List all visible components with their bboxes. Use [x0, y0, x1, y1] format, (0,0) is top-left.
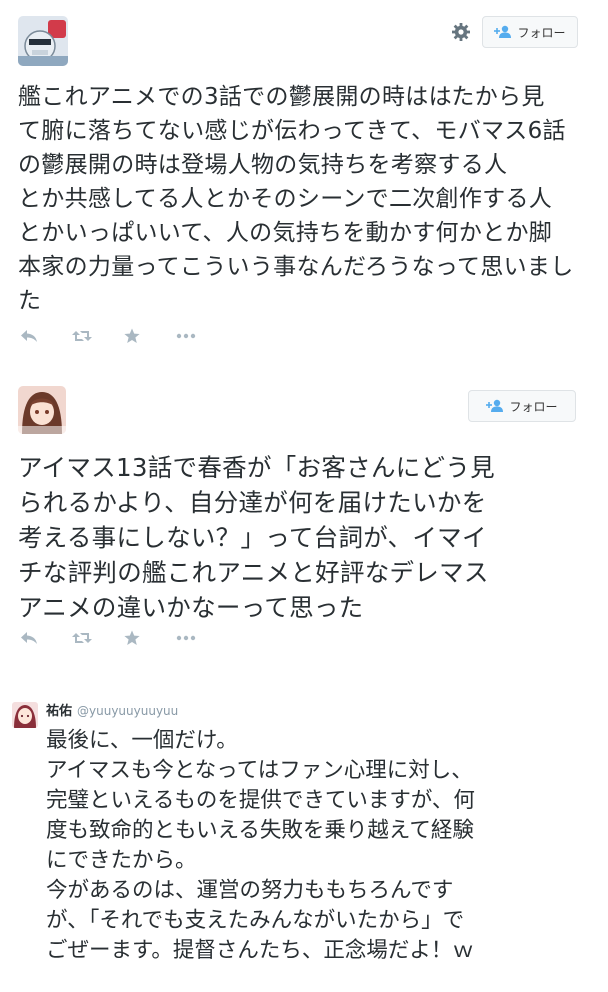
tweet-text: 艦これアニメでの3話での鬱展開の時ははたから見 て腑に落ちてない感じが伝わってき… [18, 80, 574, 318]
tweet-actions [20, 326, 228, 346]
follow-button[interactable]: フォロー [468, 390, 576, 422]
tweet-text-line: にできたから。 [46, 848, 197, 873]
avatar[interactable] [12, 702, 38, 728]
follow-button[interactable]: フォロー [482, 16, 578, 48]
reply-button[interactable] [20, 326, 72, 346]
tweet-text-line: アニメの違いかなーって思った [18, 593, 364, 622]
more-icon [176, 333, 196, 339]
star-icon [124, 328, 140, 343]
follow-label: フォロー [517, 25, 566, 40]
more-button[interactable] [176, 628, 228, 648]
reply-button[interactable] [20, 628, 72, 648]
more-button[interactable] [176, 326, 228, 346]
favorite-button[interactable] [124, 628, 176, 648]
reply-icon [21, 330, 37, 342]
tweet-text-line: 今があるのは、運営の努力ももちろんです [46, 878, 454, 903]
retweet-icon [72, 633, 92, 643]
add-user-icon [494, 25, 512, 38]
tweet-header: 祐佑 @yuuyuuyuuyuu [46, 700, 178, 719]
tweet-actions [20, 628, 228, 648]
tweet-text-line: チな評判の艦これアニメと好評なデレマス [18, 558, 489, 587]
favorite-button[interactable] [124, 326, 176, 346]
tweet-text-line: て腑に落ちてない感じが伝わってきて、モバマス6話 [18, 118, 566, 144]
tweet-card: 祐佑 @yuuyuuyuuyuu 最後に、一個だけ。 アイマスも今となってはファ… [0, 690, 608, 992]
tweet-text-line: とか共感してる人とかそのシーンで二次創作する人 [18, 186, 553, 212]
tweet-text-line: られるかより、自分達が何を届けたいかを [18, 488, 487, 517]
tweet-card: フォロー アイマス13話で春香が「お客さんにどう見 られるかより、自分達が何を届… [0, 372, 608, 662]
retweet-icon [72, 331, 92, 341]
tweet-text-line: 最後に、一個だけ。 [46, 728, 238, 753]
tweet-text: アイマス13話で春香が「お客さんにどう見 られるかより、自分達が何を届けたいかを… [18, 450, 495, 625]
display-name[interactable]: 祐佑 [46, 700, 72, 719]
star-icon [124, 630, 140, 645]
tweet-card: フォロー 艦これアニメでの3話での鬱展開の時ははたから見 て腑に落ちてない感じが… [0, 0, 608, 360]
retweet-button[interactable] [72, 326, 124, 346]
tweet-text-line: 本家の力量ってこういう事なんだろうなって思いまし [18, 254, 574, 280]
tweet-text: 最後に、一個だけ。 アイマスも今となってはファン心理に対し、 完璧といえるものを… [46, 726, 475, 966]
tweet-text-line: 艦これアニメでの3話での鬱展開の時ははたから見 [18, 84, 545, 110]
tweet-text-line: が、「それでも支えたみんながいたから」で [46, 908, 465, 933]
tweet-text-line: ごぜーます。提督さんたち、正念場だよ！ｗ [46, 938, 474, 963]
more-icon [176, 635, 196, 641]
reply-icon [21, 632, 37, 644]
gear-icon[interactable] [451, 22, 471, 42]
tweet-text-line: 度も致命的ともいえる失敗を乗り越えて経験 [46, 818, 474, 843]
tweet-text-line: アイマスも今となってはファン心理に対し、 [46, 758, 473, 783]
avatar[interactable] [18, 16, 68, 66]
tweet-text-line: とかいっぱいいて、人の気持ちを動かす何かとか脚 [18, 220, 553, 246]
tweet-text-line: 完璧といえるものを提供できていますが、何 [46, 788, 475, 813]
tweet-text-line: た [18, 288, 42, 314]
add-user-icon [486, 399, 504, 412]
tweet-text-line: の鬱展開の時は登場人物の気持ちを考察する人 [18, 152, 508, 178]
user-handle[interactable]: @yuuyuuyuuyuu [77, 704, 178, 718]
tweet-text-line: アイマス13話で春香が「お客さんにどう見 [18, 453, 495, 482]
avatar[interactable] [18, 386, 66, 434]
tweet-text-line: 考える事にしない？」って台詞が、イマイ [18, 523, 487, 552]
retweet-button[interactable] [72, 628, 124, 648]
follow-label: フォロー [509, 399, 558, 414]
